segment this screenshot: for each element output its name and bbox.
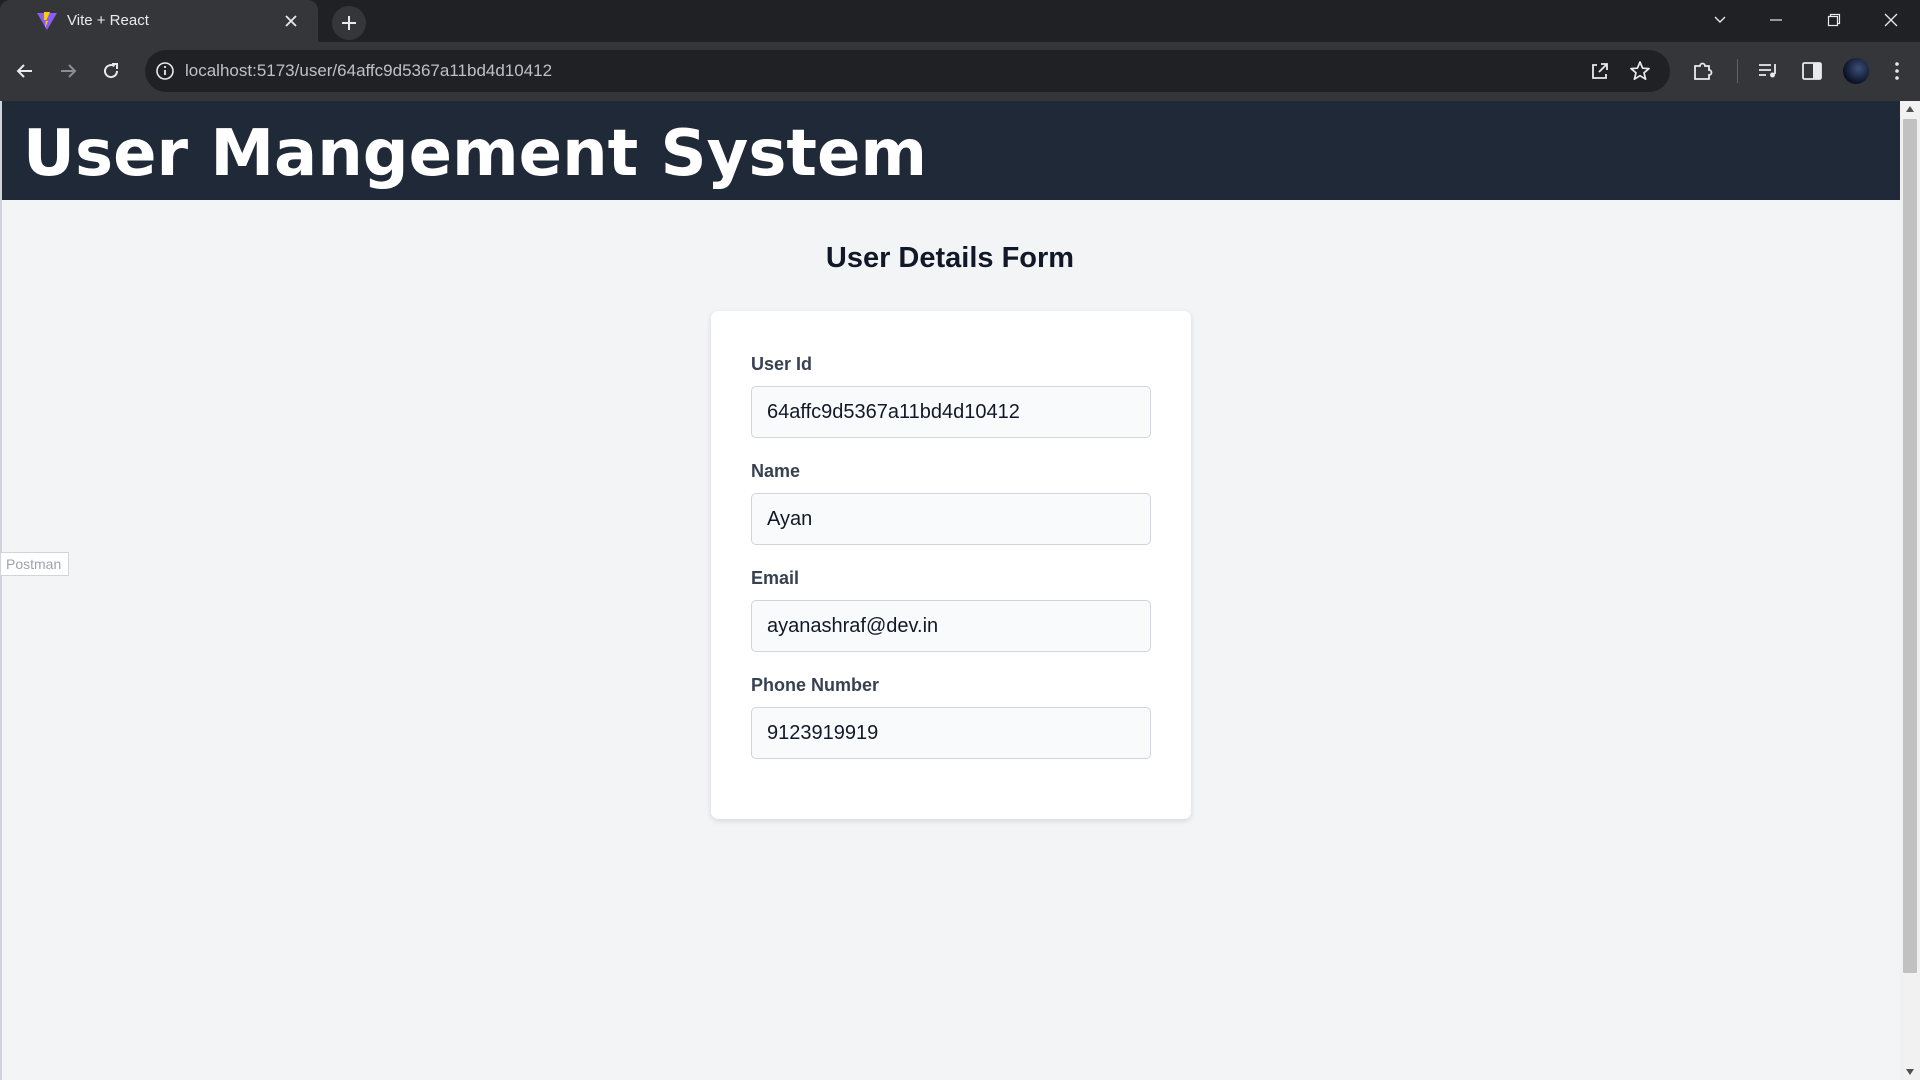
media-controls-icon[interactable]: [1755, 58, 1781, 84]
scrollbar-thumb[interactable]: [1903, 119, 1917, 973]
url-text[interactable]: localhost:5173/user/64affc9d5367a11bd4d1…: [185, 61, 552, 81]
forward-button[interactable]: [51, 54, 85, 88]
tab-search-button[interactable]: [1697, 4, 1743, 36]
user-id-label: User Id: [751, 354, 813, 374]
app-title: User Mangement System: [23, 117, 928, 191]
arrow-right-icon: [61, 64, 77, 78]
browser-toolbar: localhost:5173/user/64affc9d5367a11bd4d1…: [0, 42, 1920, 101]
plus-icon: [342, 16, 356, 30]
share-icon[interactable]: [1588, 59, 1612, 83]
scroll-down-arrow-icon[interactable]: [1900, 1063, 1920, 1080]
page-viewport: User Mangement System User Details Form …: [0, 101, 1920, 1080]
minimize-button[interactable]: [1753, 4, 1799, 36]
tab-title: Vite + React: [67, 12, 149, 29]
name-label: Name: [751, 461, 801, 481]
reload-button[interactable]: [94, 54, 128, 88]
phone-number-input[interactable]: [751, 707, 1151, 759]
scroll-up-arrow-icon[interactable]: [1900, 101, 1920, 118]
reload-icon: [104, 63, 119, 79]
vertical-scrollbar[interactable]: [1900, 101, 1920, 1080]
close-tab-icon[interactable]: [280, 10, 302, 32]
phone-number-label: Phone Number: [751, 675, 880, 695]
browser-tab[interactable]: Vite + React: [0, 0, 318, 42]
postman-tag[interactable]: Postman: [0, 552, 69, 576]
app-header: User Mangement System: [2, 101, 1900, 200]
email-label: Email: [751, 568, 800, 588]
user-id-input[interactable]: [751, 386, 1151, 438]
new-tab-button[interactable]: [332, 6, 366, 40]
restore-button[interactable]: [1811, 4, 1857, 36]
close-icon: [1884, 13, 1898, 27]
arrow-left-icon: [16, 64, 32, 78]
chevron-down-icon: [1714, 16, 1726, 23]
email-input[interactable]: [751, 600, 1151, 652]
side-panel-icon[interactable]: [1799, 58, 1825, 84]
bookmark-star-icon[interactable]: [1628, 59, 1652, 83]
address-bar[interactable]: localhost:5173/user/64affc9d5367a11bd4d1…: [145, 50, 1670, 92]
form-title: User Details Form: [825, 242, 1075, 274]
browser-tab-strip: Vite + React: [0, 0, 1920, 42]
extensions-puzzle-icon[interactable]: [1690, 58, 1716, 84]
minimize-icon: [1770, 19, 1782, 21]
user-details-card: User Id Name Email Phone Number: [711, 311, 1191, 819]
vite-logo-icon: [37, 12, 57, 30]
profile-avatar[interactable]: [1843, 58, 1869, 84]
back-button[interactable]: [8, 54, 42, 88]
restore-icon: [1827, 13, 1841, 27]
name-input[interactable]: [751, 493, 1151, 545]
more-menu-icon[interactable]: [1884, 58, 1910, 84]
close-window-button[interactable]: [1868, 4, 1914, 36]
toolbar-separator: [1737, 59, 1738, 83]
info-icon[interactable]: [155, 61, 175, 81]
